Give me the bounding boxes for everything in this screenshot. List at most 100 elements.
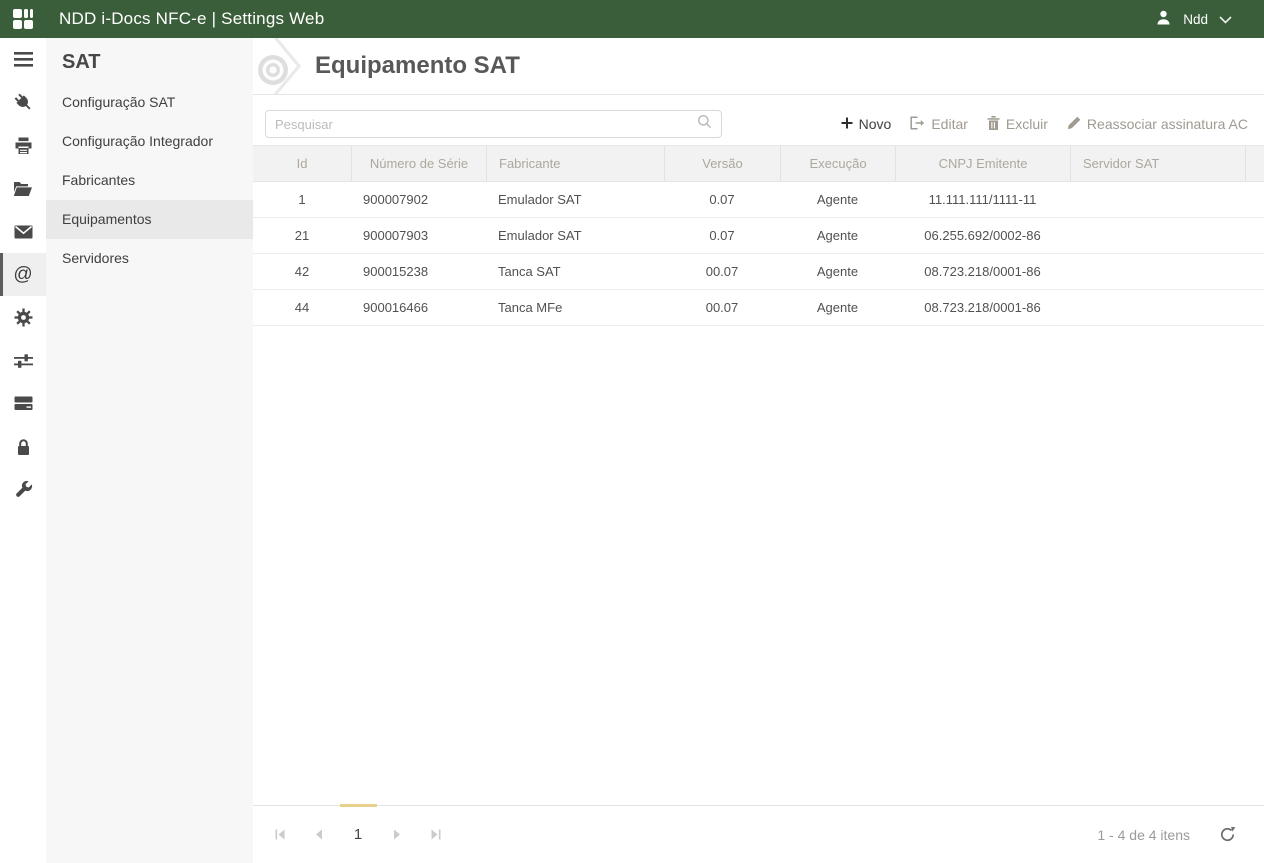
cell-serial: 900007902 xyxy=(363,192,429,207)
cell-server xyxy=(1070,218,1245,253)
lock-icon[interactable] xyxy=(0,425,46,468)
icon-rail: @ xyxy=(0,38,46,863)
topbar: NDD i-Docs NFC-e | Settings Web Ndd xyxy=(0,0,1264,38)
column-header-server[interactable]: Servidor SAT xyxy=(1070,146,1245,181)
column-header-filler xyxy=(1245,146,1264,181)
cell-id: 44 xyxy=(294,300,310,315)
trash-icon xyxy=(987,115,1000,133)
last-page-button[interactable] xyxy=(423,822,449,848)
sidebar-title: SAT xyxy=(62,51,101,73)
cell-execution: Agente xyxy=(816,300,859,315)
user-menu[interactable]: Ndd xyxy=(1155,9,1232,29)
server-icon[interactable] xyxy=(0,382,46,425)
column-header-serial[interactable]: Número de Série xyxy=(351,146,486,181)
pager-current-page-indicator xyxy=(340,804,377,807)
printer-icon[interactable] xyxy=(0,124,46,167)
delete-button[interactable]: Excluir xyxy=(987,115,1048,133)
cell-execution: Agente xyxy=(816,228,859,243)
table-row[interactable]: 1 900007902 Emulador SAT 0.07 Agente 11.… xyxy=(253,182,1264,218)
sidebar-item-fabricantes[interactable]: Fabricantes xyxy=(46,161,253,200)
cell-cnpj: 08.723.218/0001-86 xyxy=(924,264,1041,279)
cell-id: 1 xyxy=(298,192,306,207)
main-panel: Equipamento SAT Novo xyxy=(253,38,1264,863)
next-page-button[interactable] xyxy=(384,822,410,848)
table-row[interactable]: 44 900016466 Tanca MFe 00.07 Agente 08.7… xyxy=(253,290,1264,326)
envelope-icon[interactable] xyxy=(0,210,46,253)
cell-server xyxy=(1070,182,1245,217)
cell-manufacturer: Emulador SAT xyxy=(498,228,582,243)
search-icon[interactable] xyxy=(697,114,712,134)
pager-items-count: 1 - 4 de 4 itens xyxy=(1097,826,1190,843)
plus-icon xyxy=(841,116,853,132)
cell-serial: 900015238 xyxy=(363,264,429,279)
app-title: NDD i-Docs NFC-e | Settings Web xyxy=(59,9,325,28)
at-icon[interactable]: @ xyxy=(0,253,46,296)
folder-open-icon[interactable] xyxy=(0,167,46,210)
cell-version: 0.07 xyxy=(709,228,735,243)
cell-server xyxy=(1070,254,1245,289)
new-button[interactable]: Novo xyxy=(841,116,891,132)
column-header-manufacturer[interactable]: Fabricante xyxy=(486,146,664,181)
cell-version: 00.07 xyxy=(705,264,739,279)
refresh-icon[interactable] xyxy=(1219,826,1236,843)
menu-toggle-icon[interactable] xyxy=(0,38,46,81)
plug-icon[interactable] xyxy=(0,81,46,124)
cell-server xyxy=(1070,290,1245,325)
column-header-version[interactable]: Versão xyxy=(664,146,780,181)
column-header-cnpj[interactable]: CNPJ Emitente xyxy=(895,146,1070,181)
grid-header: Id Número de Série Fabricante Versão Exe… xyxy=(253,145,1264,182)
previous-page-button[interactable] xyxy=(306,822,332,848)
cell-version: 0.07 xyxy=(709,192,735,207)
grid-empty-space xyxy=(253,326,1264,805)
column-header-id[interactable]: Id xyxy=(253,146,351,181)
page-title: Equipamento SAT xyxy=(315,52,520,79)
grid-toolbar: Novo Editar Excluir Reassociar assinatur… xyxy=(841,115,1248,133)
user-icon xyxy=(1155,9,1172,29)
edit-arrow-icon xyxy=(910,115,925,133)
sliders-icon[interactable] xyxy=(0,339,46,382)
cell-serial: 900007903 xyxy=(363,228,429,243)
grid-body: 1 900007902 Emulador SAT 0.07 Agente 11.… xyxy=(253,182,1264,326)
page-header-target-icon xyxy=(253,38,319,94)
first-page-button[interactable] xyxy=(267,822,293,848)
pager-info: 1 - 4 de 4 itens xyxy=(1097,826,1236,843)
gear-icon[interactable] xyxy=(0,296,46,339)
cell-cnpj: 11.111.111/1111-11 xyxy=(928,192,1037,207)
cell-version: 00.07 xyxy=(705,300,739,315)
sidebar: SAT Configuração SAT Configuração Integr… xyxy=(46,38,253,863)
table-row[interactable]: 21 900007903 Emulador SAT 0.07 Agente 06… xyxy=(253,218,1264,254)
reassign-signature-button[interactable]: Reassociar assinatura AC xyxy=(1067,116,1248,133)
sidebar-item-configuracao-sat[interactable]: Configuração SAT xyxy=(46,83,253,122)
pager: 1 1 - 4 de 4 itens xyxy=(253,804,1264,863)
cell-id: 21 xyxy=(294,228,310,243)
pencil-icon xyxy=(1067,116,1081,133)
cell-serial: 900016466 xyxy=(363,300,429,315)
edit-button[interactable]: Editar xyxy=(910,115,968,133)
search-box xyxy=(265,110,722,138)
cell-execution: Agente xyxy=(816,264,859,279)
cell-cnpj: 08.723.218/0001-86 xyxy=(924,300,1041,315)
app-launcher-icon[interactable] xyxy=(13,9,34,29)
chevron-down-icon xyxy=(1219,12,1232,27)
page-header: Equipamento SAT xyxy=(253,38,1264,95)
sidebar-item-servidores[interactable]: Servidores xyxy=(46,239,253,278)
page-number-button[interactable]: 1 xyxy=(345,822,371,848)
content-area: Novo Editar Excluir xyxy=(253,95,1264,863)
sidebar-item-configuracao-integrador[interactable]: Configuração Integrador xyxy=(46,122,253,161)
cell-manufacturer: Tanca MFe xyxy=(498,300,563,315)
cell-manufacturer: Emulador SAT xyxy=(498,192,582,207)
cell-execution: Agente xyxy=(816,192,859,207)
cell-manufacturer: Tanca SAT xyxy=(498,264,561,279)
search-input[interactable] xyxy=(275,116,697,132)
sidebar-item-equipamentos[interactable]: Equipamentos xyxy=(46,200,253,239)
cell-cnpj: 06.255.692/0002-86 xyxy=(924,228,1041,243)
column-header-execution[interactable]: Execução xyxy=(780,146,895,181)
table-row[interactable]: 42 900015238 Tanca SAT 00.07 Agente 08.7… xyxy=(253,254,1264,290)
actions-row: Novo Editar Excluir xyxy=(265,110,1248,138)
cell-filler xyxy=(1245,182,1264,217)
wrench-icon[interactable] xyxy=(0,468,46,511)
user-name: Ndd xyxy=(1183,11,1208,27)
cell-filler xyxy=(1245,218,1264,253)
cell-filler xyxy=(1245,254,1264,289)
cell-id: 42 xyxy=(294,264,310,279)
